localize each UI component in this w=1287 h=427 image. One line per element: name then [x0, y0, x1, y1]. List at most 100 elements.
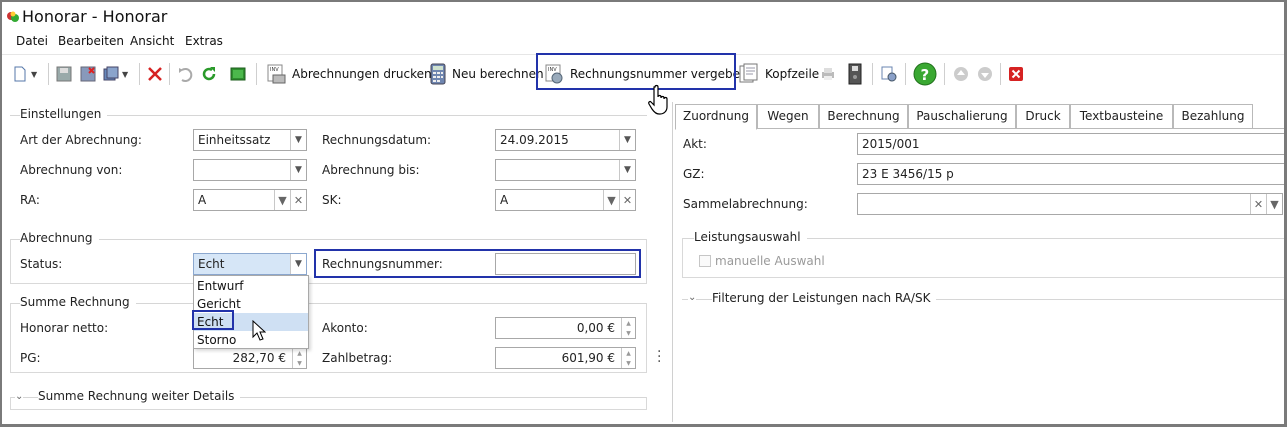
chevron-down-icon[interactable]: ⌄: [688, 292, 697, 303]
app-icon: [7, 11, 19, 22]
menu-datei[interactable]: Datei: [16, 34, 48, 48]
save-icon: [56, 66, 72, 82]
refresh-button[interactable]: [201, 61, 217, 87]
spin-down-icon[interactable]: ▼: [622, 328, 635, 338]
advance-field[interactable]: 0,00 € ▲ ▼: [495, 317, 636, 339]
billing-from-combo[interactable]: ▼: [193, 159, 307, 181]
collective-billing-label: Sammelabrechnung:: [683, 197, 808, 211]
tab-pauschalierung[interactable]: Pauschalierung: [908, 104, 1016, 129]
billing-to-combo[interactable]: ▼: [495, 159, 636, 181]
menu-bar: Datei Bearbeiten Ansicht Extras: [2, 33, 1284, 51]
new-document-icon: [14, 66, 26, 82]
chevron-down-icon[interactable]: ▼: [619, 130, 635, 150]
status-option-entwurf[interactable]: Entwurf: [194, 277, 308, 295]
svg-text:INV: INV: [270, 67, 279, 73]
chevron-down-icon[interactable]: ▼: [274, 190, 290, 210]
arrow-down-circle-icon: [978, 67, 992, 81]
highlight-assign-invoice-number: [536, 53, 736, 90]
tab-berechnung[interactable]: Berechnung: [819, 104, 908, 129]
clear-icon[interactable]: ✕: [619, 190, 635, 210]
more-details-expander[interactable]: Summe Rechnung weiter Details: [38, 389, 241, 403]
services-group-title: Leistungsauswahl: [694, 230, 807, 244]
pg-label: PG:: [20, 351, 41, 365]
spin-down-icon[interactable]: ▼: [293, 358, 306, 368]
spinner[interactable]: ▲ ▼: [292, 348, 306, 368]
clear-icon[interactable]: ✕: [1250, 194, 1266, 214]
new-button[interactable]: ▼: [12, 61, 37, 87]
collective-billing-combo[interactable]: ✕ ▼: [857, 193, 1283, 215]
billing-type-combo[interactable]: Einheitssatz ▼: [193, 129, 307, 151]
previous-button[interactable]: [953, 61, 969, 87]
billing-to-label: Abrechnung bis:: [322, 163, 420, 177]
spinner[interactable]: ▲ ▼: [621, 348, 635, 368]
recalculate-button[interactable]: Neu berechnen: [429, 61, 544, 87]
status-combo[interactable]: Echt ▼: [193, 253, 307, 275]
print-invoices-button[interactable]: INV Abrechnungen drucken: [265, 61, 432, 87]
sk-combo[interactable]: A ▼ ✕: [495, 189, 636, 211]
save-button[interactable]: [56, 61, 72, 87]
next-button[interactable]: [977, 61, 993, 87]
dropdown-arrow-icon: ▼: [122, 69, 129, 79]
ra-combo[interactable]: A ▼ ✕: [193, 189, 307, 211]
tab-textbausteine[interactable]: Textbausteine: [1070, 104, 1173, 129]
arrow-up-circle-icon: [954, 67, 968, 81]
chevron-down-icon[interactable]: ▼: [1266, 194, 1282, 214]
akt-label: Akt:: [683, 137, 707, 151]
chevron-down-icon[interactable]: ▼: [290, 254, 306, 274]
clear-icon[interactable]: ✕: [290, 190, 306, 210]
payment-amount-field[interactable]: 601,90 € ▲ ▼: [495, 347, 636, 369]
pg-field[interactable]: 282,70 € ▲ ▼: [193, 347, 307, 369]
invoice-date-field[interactable]: 24.09.2015 ▼: [495, 129, 636, 151]
green-square-icon: [230, 67, 246, 81]
spin-up-icon[interactable]: ▲: [622, 348, 635, 358]
billing-type-label: Art der Abrechnung:: [20, 133, 142, 147]
settings-group-title: Einstellungen: [20, 107, 108, 121]
tab-strip: Zuordnung Wegen Berechnung Pauschalierun…: [675, 104, 1284, 130]
tab-druck[interactable]: Druck: [1016, 104, 1070, 129]
invoice-number-field[interactable]: [495, 253, 636, 275]
save-all-button[interactable]: ▼: [103, 61, 128, 87]
delete-button[interactable]: [147, 61, 163, 87]
print-button[interactable]: [820, 61, 836, 87]
splitter-grip-icon[interactable]: · · ·: [657, 345, 661, 369]
settings-button[interactable]: [880, 61, 898, 87]
help-button[interactable]: ?: [913, 61, 937, 87]
akt-field[interactable]: 2015/001: [857, 133, 1284, 155]
chevron-down-icon[interactable]: ⌄: [15, 391, 24, 402]
chevron-down-icon[interactable]: ▼: [290, 160, 306, 180]
gz-label: GZ:: [683, 167, 705, 181]
tab-bezahlung[interactable]: Bezahlung: [1173, 104, 1253, 129]
close-icon: [1009, 67, 1023, 81]
close-button[interactable]: [1008, 61, 1024, 87]
title-bar: Honorar - Honorar: [2, 2, 1284, 32]
menu-ansicht[interactable]: Ansicht: [130, 34, 174, 48]
chevron-down-icon[interactable]: ▼: [603, 190, 619, 210]
filter-expander[interactable]: Filterung der Leistungen nach RA/SK: [712, 291, 937, 305]
binder-icon: [848, 63, 862, 85]
arrow-cursor-icon: [252, 320, 266, 341]
delete-x-icon: [148, 67, 162, 81]
fullscreen-button[interactable]: [230, 61, 246, 87]
refresh-icon: [202, 67, 216, 81]
chevron-down-icon[interactable]: ▼: [619, 160, 635, 180]
spin-up-icon[interactable]: ▲: [293, 348, 306, 358]
save-close-button[interactable]: [80, 61, 96, 87]
spinner[interactable]: ▲ ▼: [621, 318, 635, 338]
status-option-storno[interactable]: Storno: [194, 331, 308, 349]
advance-label: Akonto:: [322, 321, 368, 335]
invoice-number-label: Rechnungsnummer:: [322, 257, 443, 271]
archive-button[interactable]: [847, 61, 863, 87]
tab-wegen[interactable]: Wegen: [757, 104, 819, 129]
tab-zuordnung[interactable]: Zuordnung: [675, 104, 757, 130]
menu-bearbeiten[interactable]: Bearbeiten: [58, 34, 124, 48]
gz-field[interactable]: 23 E 3456/15 p: [857, 163, 1284, 185]
chevron-down-icon[interactable]: ▼: [290, 130, 306, 150]
sk-label: SK:: [322, 193, 342, 207]
spin-up-icon[interactable]: ▲: [622, 318, 635, 328]
menu-extras[interactable]: Extras: [185, 34, 223, 48]
help-icon: ?: [913, 62, 937, 86]
spin-down-icon[interactable]: ▼: [622, 358, 635, 368]
header-button[interactable]: Kopfzeile: [738, 61, 819, 87]
manual-selection-checkbox[interactable]: [699, 255, 711, 267]
undo-button[interactable]: [177, 61, 193, 87]
